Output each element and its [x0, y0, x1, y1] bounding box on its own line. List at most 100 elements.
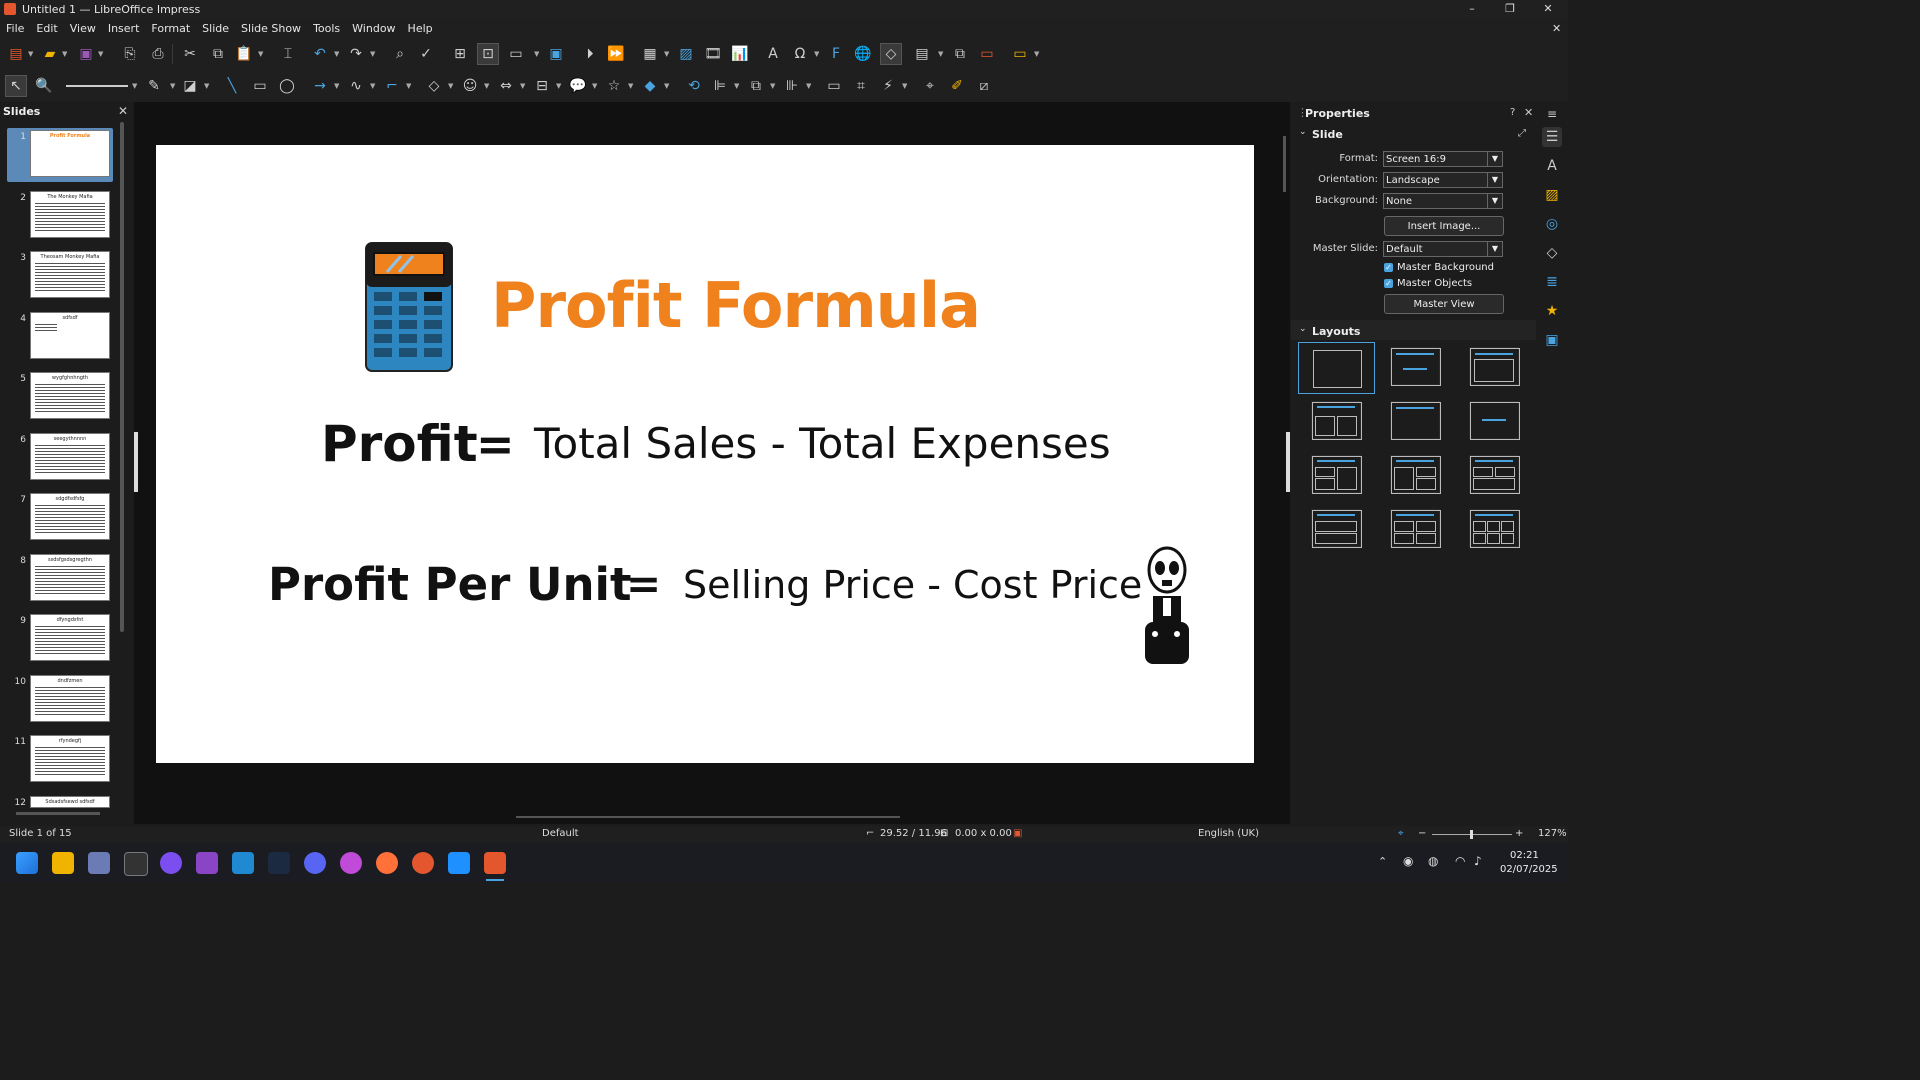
basic-shapes-icon[interactable]: ◇: [424, 76, 444, 96]
properties-deck-icon[interactable]: ☰: [1542, 127, 1562, 147]
open-folder-icon[interactable]: ▰: [40, 44, 60, 64]
hyperlink-icon[interactable]: 🌐: [853, 44, 873, 64]
github-desktop-icon[interactable]: [160, 852, 182, 874]
app-cluster-icon[interactable]: [412, 852, 434, 874]
duplicate-slide-icon[interactable]: ⧉: [950, 44, 970, 64]
rotate-icon[interactable]: ⟲: [684, 76, 704, 96]
save-dropdown-icon[interactable]: ▼: [98, 44, 104, 64]
start-first-slide-icon[interactable]: ⏵: [580, 44, 600, 64]
sidebar-menu-icon[interactable]: ≡: [1542, 104, 1562, 124]
calculator-icon[interactable]: [365, 242, 453, 372]
horizontal-scrollbar[interactable]: [516, 816, 900, 818]
close-window-button[interactable]: ✕: [1530, 0, 1566, 18]
arrange-icon[interactable]: ⧉: [746, 76, 766, 96]
menu-tools[interactable]: Tools: [307, 22, 346, 35]
ellipse-icon[interactable]: ◯: [277, 76, 297, 96]
tray-steam-icon[interactable]: ◍: [1428, 854, 1438, 868]
slide-thumbnail[interactable]: rfyndegfj: [30, 735, 110, 782]
fit-slide-icon[interactable]: ⌖: [1398, 828, 1404, 839]
menu-help[interactable]: Help: [402, 22, 439, 35]
slide-thumbnail[interactable]: dndfzmen: [30, 674, 110, 722]
format-select[interactable]: Screen 16:9 ▼: [1383, 151, 1503, 167]
block-arrows-dropdown-icon[interactable]: ▼: [520, 76, 526, 96]
zoom-out-icon[interactable]: −: [1418, 828, 1426, 839]
align-dropdown-icon[interactable]: ▼: [734, 76, 740, 96]
menu-view[interactable]: View: [64, 22, 102, 35]
glue-points-icon[interactable]: ✐: [947, 76, 967, 96]
vscode-icon[interactable]: [232, 852, 254, 874]
print-icon[interactable]: ⎙: [148, 44, 168, 64]
slide-thumbnail[interactable]: Profit Formula: [30, 130, 110, 177]
line-style-dropdown-icon[interactable]: ▼: [132, 76, 138, 96]
callouts-icon[interactable]: 💬: [568, 76, 588, 96]
slide-section-title[interactable]: Slide: [1312, 128, 1343, 141]
terminal-icon[interactable]: [124, 852, 148, 876]
profit-label[interactable]: Profit: [321, 415, 478, 473]
volume-icon[interactable]: ♪: [1474, 854, 1482, 868]
insert-image-icon[interactable]: ▨: [676, 44, 696, 64]
master-view-button[interactable]: Master View: [1384, 294, 1504, 314]
display-grid-icon[interactable]: ⊞: [450, 44, 470, 64]
stars-icon[interactable]: ☆: [604, 76, 624, 96]
slide-thumbnail[interactable]: seegythnnnn: [30, 432, 110, 480]
symbol-shapes-icon[interactable]: ☺: [460, 76, 480, 96]
browser-icon[interactable]: [340, 852, 362, 874]
collapse-left-handle[interactable]: [134, 432, 138, 492]
collapse-right-handle[interactable]: [1286, 432, 1290, 492]
save-icon[interactable]: ▣: [76, 44, 96, 64]
slide-thumbnail[interactable]: sdgdfsdfsfg: [30, 493, 110, 540]
document-modified-icon[interactable]: ▣: [1013, 828, 1022, 839]
zoom-pan-icon[interactable]: 🔍: [34, 76, 54, 96]
master-slides-deck-icon[interactable]: ▣: [1542, 330, 1562, 350]
insert-chart-icon[interactable]: 📊: [730, 44, 750, 64]
menu-edit[interactable]: Edit: [30, 22, 63, 35]
discord-icon[interactable]: [304, 852, 326, 874]
connectors-icon[interactable]: ⌐: [382, 76, 402, 96]
slide-layout-icon[interactable]: ▭: [1010, 44, 1030, 64]
points-icon[interactable]: ⌖: [920, 76, 940, 96]
symbol-shapes-dropdown-icon[interactable]: ▼: [484, 76, 490, 96]
distribute-icon[interactable]: ⊪: [782, 76, 802, 96]
table-dropdown-icon[interactable]: ▼: [664, 44, 670, 64]
callouts-dropdown-icon[interactable]: ▼: [592, 76, 598, 96]
slide-thumbnail[interactable]: ssdsfgsdsgregthn: [30, 553, 110, 601]
layout-dropdown-icon[interactable]: ▼: [1034, 44, 1040, 64]
fill-color-dropdown-icon[interactable]: ▼: [204, 76, 210, 96]
layout-title-content[interactable]: [1469, 347, 1520, 386]
fill-color-icon[interactable]: ◪: [180, 76, 200, 96]
slides-hscrollbar[interactable]: [16, 812, 100, 815]
close-slides-pane-icon[interactable]: ✕: [118, 104, 128, 118]
zoom-slider-thumb[interactable]: [1470, 830, 1473, 839]
tray-discord-icon[interactable]: ◉: [1403, 854, 1413, 868]
stars-dropdown-icon[interactable]: ▼: [628, 76, 634, 96]
select-arrow-icon[interactable]: ↖: [5, 75, 27, 97]
snap-to-grid-icon[interactable]: ⊡: [477, 43, 499, 65]
slide-canvas[interactable]: Profit Formula Profit = Total Sales - To…: [156, 145, 1254, 763]
more-options-icon[interactable]: ⤢: [1518, 128, 1526, 139]
styles-deck-icon[interactable]: A: [1542, 156, 1562, 176]
profit-formula-text[interactable]: Total Sales - Total Expenses: [534, 419, 1111, 468]
slide-thumbnail[interactable]: dfyngdsfnt: [30, 614, 110, 661]
profit-per-unit-label[interactable]: Profit Per Unit: [268, 558, 632, 611]
block-arrows-icon[interactable]: ⇔: [496, 76, 516, 96]
crop-icon[interactable]: ⌗: [851, 76, 871, 96]
lines-arrows-icon[interactable]: →: [310, 76, 330, 96]
window-app-icon[interactable]: [448, 852, 470, 874]
layout-title-two-content[interactable]: [1311, 401, 1362, 440]
slide-transition-deck-icon[interactable]: ≣: [1542, 272, 1562, 292]
new-dropdown-icon[interactable]: ▼: [28, 44, 34, 64]
line-color-icon[interactable]: ✎: [144, 76, 164, 96]
insert-table-icon[interactable]: ▦: [640, 44, 660, 64]
menu-slide[interactable]: Slide: [196, 22, 235, 35]
delete-slide-icon[interactable]: ▭: [977, 44, 997, 64]
flowchart-icon[interactable]: ⊟: [532, 76, 552, 96]
views-dropdown-icon[interactable]: ▼: [534, 44, 540, 64]
arrange-dropdown-icon[interactable]: ▼: [770, 76, 776, 96]
close-properties-icon[interactable]: ✕: [1524, 106, 1533, 119]
zoom-in-icon[interactable]: +: [1515, 828, 1523, 839]
collapse-layouts-section-icon[interactable]: ⌄: [1299, 324, 1307, 334]
toggle-extrusion-icon[interactable]: ⧄: [974, 76, 994, 96]
gallery-deck-icon[interactable]: ▨: [1542, 185, 1562, 205]
slide-thumbnail[interactable]: Sdsadsfsewd sdfsdf: [30, 795, 110, 808]
maximize-button[interactable]: ❐: [1492, 0, 1528, 18]
